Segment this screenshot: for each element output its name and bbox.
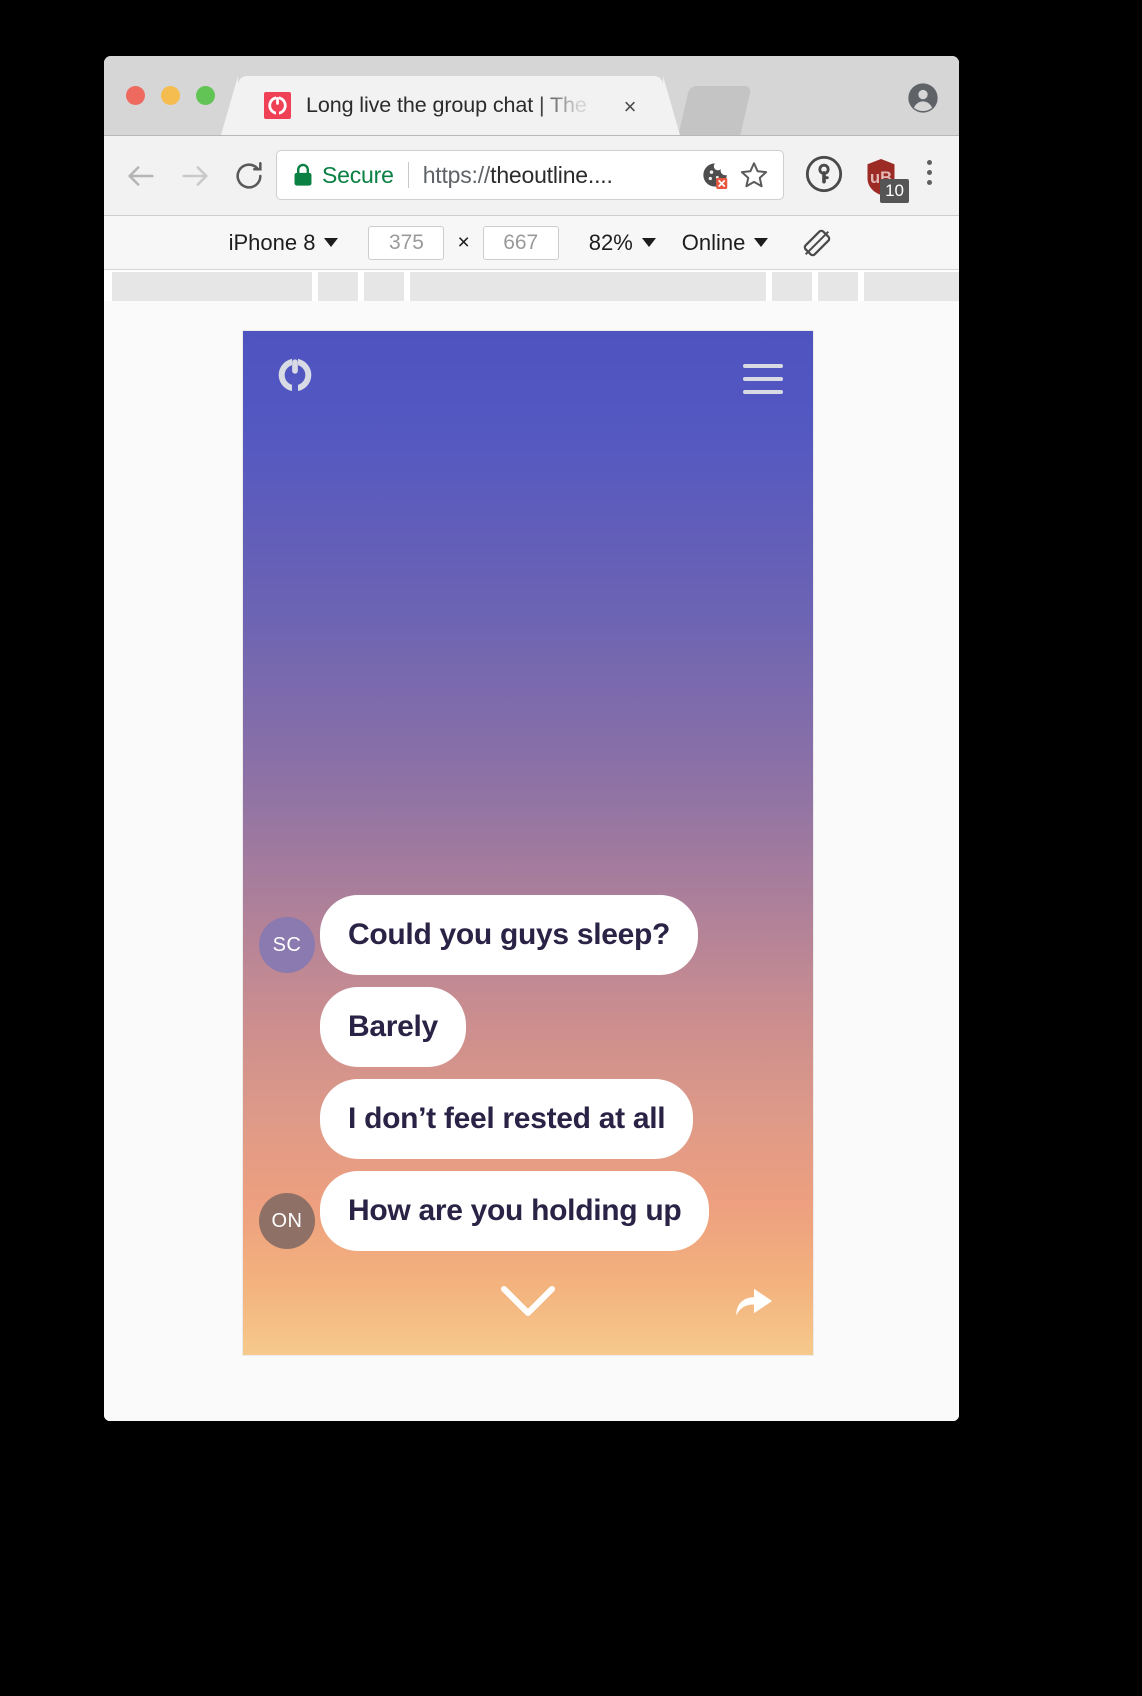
- kebab-menu-icon[interactable]: [927, 160, 935, 190]
- chat-bubble: I don’t feel rested at all: [320, 1079, 694, 1159]
- chevron-down-icon: [641, 238, 656, 247]
- tab-title: Long live the group chat | The: [306, 93, 587, 117]
- ublock-block-count-badge: 10: [880, 178, 909, 203]
- chat-message-list: SC Could you guys sleep? Barely I don’t …: [243, 895, 813, 1251]
- mobile-viewport: SC Could you guys sleep? Barely I don’t …: [243, 331, 813, 1355]
- 1password-icon[interactable]: [804, 154, 844, 199]
- throttling-label: Online: [681, 229, 746, 255]
- chevron-down-icon[interactable]: [498, 1281, 558, 1326]
- zoom-window-button[interactable]: [196, 86, 215, 105]
- hamburger-menu-icon[interactable]: [743, 364, 783, 394]
- chevron-down-icon: [324, 238, 339, 247]
- avatar-spacer: [259, 1101, 315, 1157]
- chat-message: I don’t feel rested at all: [259, 1079, 789, 1159]
- inactive-tab-placeholder[interactable]: [678, 86, 752, 135]
- dimension-separator: ×: [457, 230, 470, 254]
- zoom-level-label: 82%: [588, 229, 633, 255]
- ruler-segment: [112, 272, 312, 301]
- extension-icons: uB 10: [804, 154, 909, 203]
- account-avatar-icon[interactable]: [907, 82, 939, 114]
- browser-toolbar: Secure https://theoutline.... uB 10: [104, 136, 959, 216]
- tab-close-button[interactable]: ×: [619, 96, 641, 118]
- address-bar-url[interactable]: https://theoutline....: [423, 162, 701, 189]
- ruler-segment: [410, 272, 766, 301]
- chat-message: SC Could you guys sleep?: [259, 895, 789, 975]
- avatar-spacer: [259, 1009, 315, 1065]
- minimize-window-button[interactable]: [161, 86, 180, 105]
- tab-strip: Long live the group chat | The ×: [104, 56, 959, 136]
- bookmark-star-icon[interactable]: [739, 160, 769, 190]
- device-name-label: iPhone 8: [228, 229, 316, 255]
- device-selector[interactable]: iPhone 8: [229, 230, 339, 256]
- page-canvas: SC Could you guys sleep? Barely I don’t …: [104, 301, 959, 1421]
- browser-window: Long live the group chat | The × Secure …: [104, 56, 959, 1421]
- omnibox-divider: [407, 162, 409, 188]
- outline-logo-icon[interactable]: [275, 355, 315, 400]
- url-scheme: https://: [422, 161, 491, 188]
- chat-message: Barely: [259, 987, 789, 1067]
- ruler-segment: [318, 272, 358, 301]
- viewport-height-input[interactable]: 667: [482, 225, 559, 260]
- ruler-segment: [864, 272, 959, 301]
- rotate-device-icon[interactable]: [800, 226, 834, 260]
- address-bar[interactable]: Secure https://theoutline....: [276, 150, 784, 200]
- ruler-segment: [818, 272, 858, 301]
- viewport-width-input[interactable]: 375: [368, 225, 445, 260]
- ruler-segment: [364, 272, 404, 301]
- chat-message: ON How are you holding up: [259, 1171, 789, 1251]
- cookie-blocked-icon[interactable]: [701, 161, 729, 189]
- close-window-button[interactable]: [126, 86, 145, 105]
- avatar: SC: [259, 917, 315, 973]
- lock-icon: [293, 163, 313, 187]
- back-arrow-icon[interactable]: [120, 155, 162, 197]
- chat-bubble: Barely: [320, 987, 466, 1067]
- network-throttling-selector[interactable]: Online: [682, 230, 769, 256]
- device-ruler: [104, 270, 959, 301]
- security-status-label: Secure: [322, 161, 394, 188]
- site-header: [243, 331, 813, 415]
- ublock-shield-icon[interactable]: uB 10: [863, 157, 909, 203]
- zoom-selector[interactable]: 82%: [589, 230, 656, 256]
- avatar: ON: [259, 1193, 315, 1249]
- window-traffic-lights[interactable]: [126, 86, 215, 105]
- reload-icon[interactable]: [228, 155, 270, 197]
- outline-logo-icon: [264, 92, 291, 119]
- chat-bubble: Could you guys sleep?: [320, 895, 699, 975]
- story-footer-controls: [243, 1255, 813, 1355]
- url-host: theoutline....: [490, 161, 613, 188]
- ruler-segment: [772, 272, 812, 301]
- chat-bubble: How are you holding up: [320, 1171, 710, 1251]
- browser-tab-active[interactable]: Long live the group chat | The ×: [221, 76, 680, 135]
- forward-arrow-icon[interactable]: [174, 155, 216, 197]
- device-emulation-toolbar: iPhone 8 375 × 667 82% Online: [104, 216, 959, 270]
- share-forward-arrow-icon[interactable]: [733, 1283, 775, 1324]
- chevron-down-icon: [754, 238, 769, 247]
